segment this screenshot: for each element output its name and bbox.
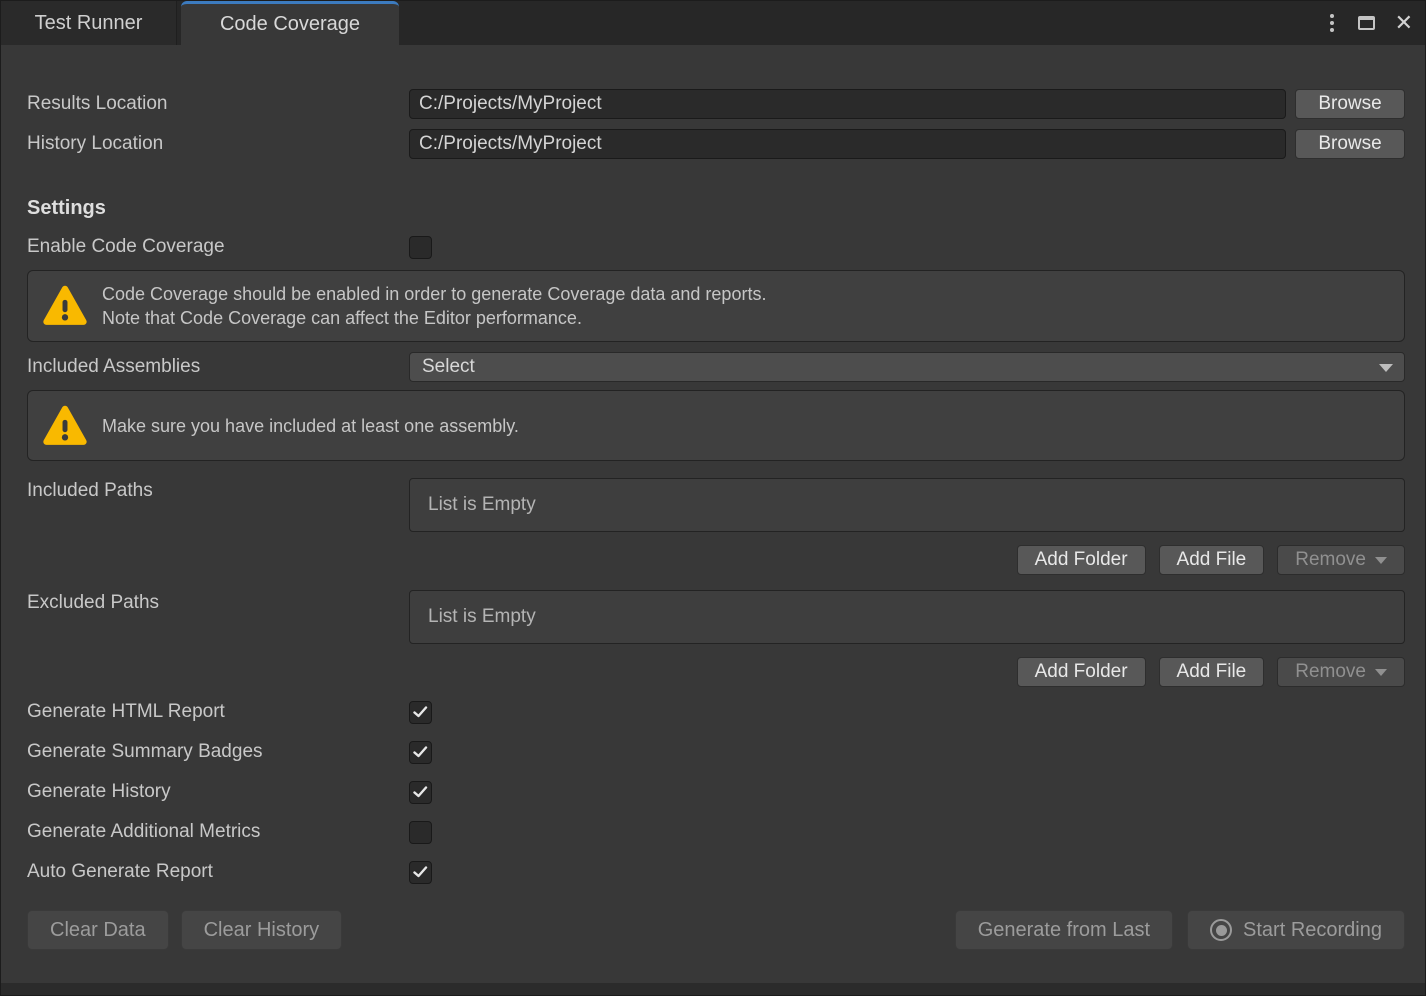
enable-code-coverage-checkbox[interactable]: [409, 236, 432, 259]
generate-summary-badges-label: Generate Summary Badges: [27, 741, 409, 763]
content-area: Results Location Browse History Location…: [1, 89, 1425, 950]
included-paths-label: Included Paths: [27, 480, 409, 502]
included-add-folder-button[interactable]: Add Folder: [1017, 545, 1146, 575]
generate-html-report-label: Generate HTML Report: [27, 701, 409, 723]
chevron-down-icon: [1379, 364, 1393, 372]
generate-options: Generate HTML Report Generate Summary Ba…: [27, 700, 1405, 884]
generate-from-last-button[interactable]: Generate from Last: [955, 910, 1173, 950]
window-controls: ✕: [1326, 1, 1413, 45]
chevron-down-icon: [1375, 669, 1387, 676]
history-location-input[interactable]: [409, 129, 1286, 159]
coverage-warning-text: Code Coverage should be enabled in order…: [102, 282, 766, 330]
generate-summary-badges-checkbox[interactable]: [409, 741, 432, 764]
tab-test-runner[interactable]: Test Runner: [1, 1, 177, 45]
check-icon: [413, 706, 428, 718]
settings-header: Settings: [27, 195, 1405, 221]
record-icon: [1210, 919, 1232, 941]
excluded-paths-list[interactable]: List is Empty: [409, 590, 1405, 644]
check-icon: [413, 786, 428, 798]
generate-additional-metrics-row: Generate Additional Metrics: [27, 820, 1405, 844]
included-add-file-button[interactable]: Add File: [1159, 545, 1265, 575]
generate-additional-metrics-label: Generate Additional Metrics: [27, 821, 409, 843]
auto-generate-report-row: Auto Generate Report: [27, 860, 1405, 884]
assemblies-warning-text: Make sure you have included at least one…: [102, 414, 519, 438]
generate-html-report-checkbox[interactable]: [409, 701, 432, 724]
included-paths-list[interactable]: List is Empty: [409, 478, 1405, 532]
results-browse-button[interactable]: Browse: [1295, 89, 1405, 119]
maximize-icon[interactable]: [1358, 16, 1375, 30]
footer-left-group: Clear Data Clear History: [27, 910, 342, 950]
generate-html-report-row: Generate HTML Report: [27, 700, 1405, 724]
clear-data-button[interactable]: Clear Data: [27, 910, 169, 950]
included-assemblies-row: Included Assemblies Select: [27, 352, 1405, 382]
code-coverage-window: Test Runner Code Coverage ✕ Results Loca…: [0, 0, 1426, 996]
results-location-label: Results Location: [27, 93, 409, 115]
excluded-paths-label: Excluded Paths: [27, 592, 409, 614]
generate-additional-metrics-checkbox[interactable]: [409, 821, 432, 844]
included-paths-buttons: Add Folder Add File Remove: [27, 545, 1405, 575]
generate-summary-badges-row: Generate Summary Badges: [27, 740, 1405, 764]
generate-history-label: Generate History: [27, 781, 409, 803]
included-assemblies-dropdown[interactable]: Select: [409, 352, 1405, 382]
included-assemblies-label: Included Assemblies: [27, 356, 409, 378]
start-recording-button[interactable]: Start Recording: [1187, 910, 1405, 950]
kebab-menu-icon[interactable]: [1326, 10, 1338, 36]
window-bottom-edge: [1, 983, 1425, 995]
footer-toolbar: Clear Data Clear History Generate from L…: [27, 910, 1405, 950]
results-location-row: Results Location Browse: [27, 89, 1405, 119]
excluded-paths-row: Excluded Paths List is Empty: [27, 590, 1405, 644]
excluded-remove-button[interactable]: Remove: [1277, 657, 1405, 687]
chevron-down-icon: [1375, 557, 1387, 564]
history-location-label: History Location: [27, 133, 409, 155]
excluded-add-folder-button[interactable]: Add Folder: [1017, 657, 1146, 687]
results-location-input[interactable]: [409, 89, 1286, 119]
excluded-paths-buttons: Add Folder Add File Remove: [27, 657, 1405, 687]
auto-generate-report-checkbox[interactable]: [409, 861, 432, 884]
history-browse-button[interactable]: Browse: [1295, 129, 1405, 159]
tab-code-coverage[interactable]: Code Coverage: [181, 1, 399, 45]
footer-right-group: Generate from Last Start Recording: [955, 910, 1405, 950]
warning-icon: [42, 404, 88, 448]
auto-generate-report-label: Auto Generate Report: [27, 861, 409, 883]
included-remove-button[interactable]: Remove: [1277, 545, 1405, 575]
clear-history-button[interactable]: Clear History: [181, 910, 343, 950]
coverage-warning-box: Code Coverage should be enabled in order…: [27, 270, 1405, 342]
assemblies-warning-box: Make sure you have included at least one…: [27, 390, 1405, 461]
history-location-row: History Location Browse: [27, 129, 1405, 159]
generate-history-row: Generate History: [27, 780, 1405, 804]
warning-icon: [42, 284, 88, 328]
close-icon[interactable]: ✕: [1395, 12, 1413, 34]
generate-history-checkbox[interactable]: [409, 781, 432, 804]
tab-bar: Test Runner Code Coverage ✕: [1, 1, 1425, 45]
excluded-add-file-button[interactable]: Add File: [1159, 657, 1265, 687]
enable-code-coverage-row: Enable Code Coverage: [27, 235, 1405, 259]
included-paths-row: Included Paths List is Empty: [27, 478, 1405, 532]
check-icon: [413, 746, 428, 758]
dropdown-value: Select: [422, 356, 475, 378]
enable-code-coverage-label: Enable Code Coverage: [27, 236, 409, 258]
check-icon: [413, 866, 428, 878]
